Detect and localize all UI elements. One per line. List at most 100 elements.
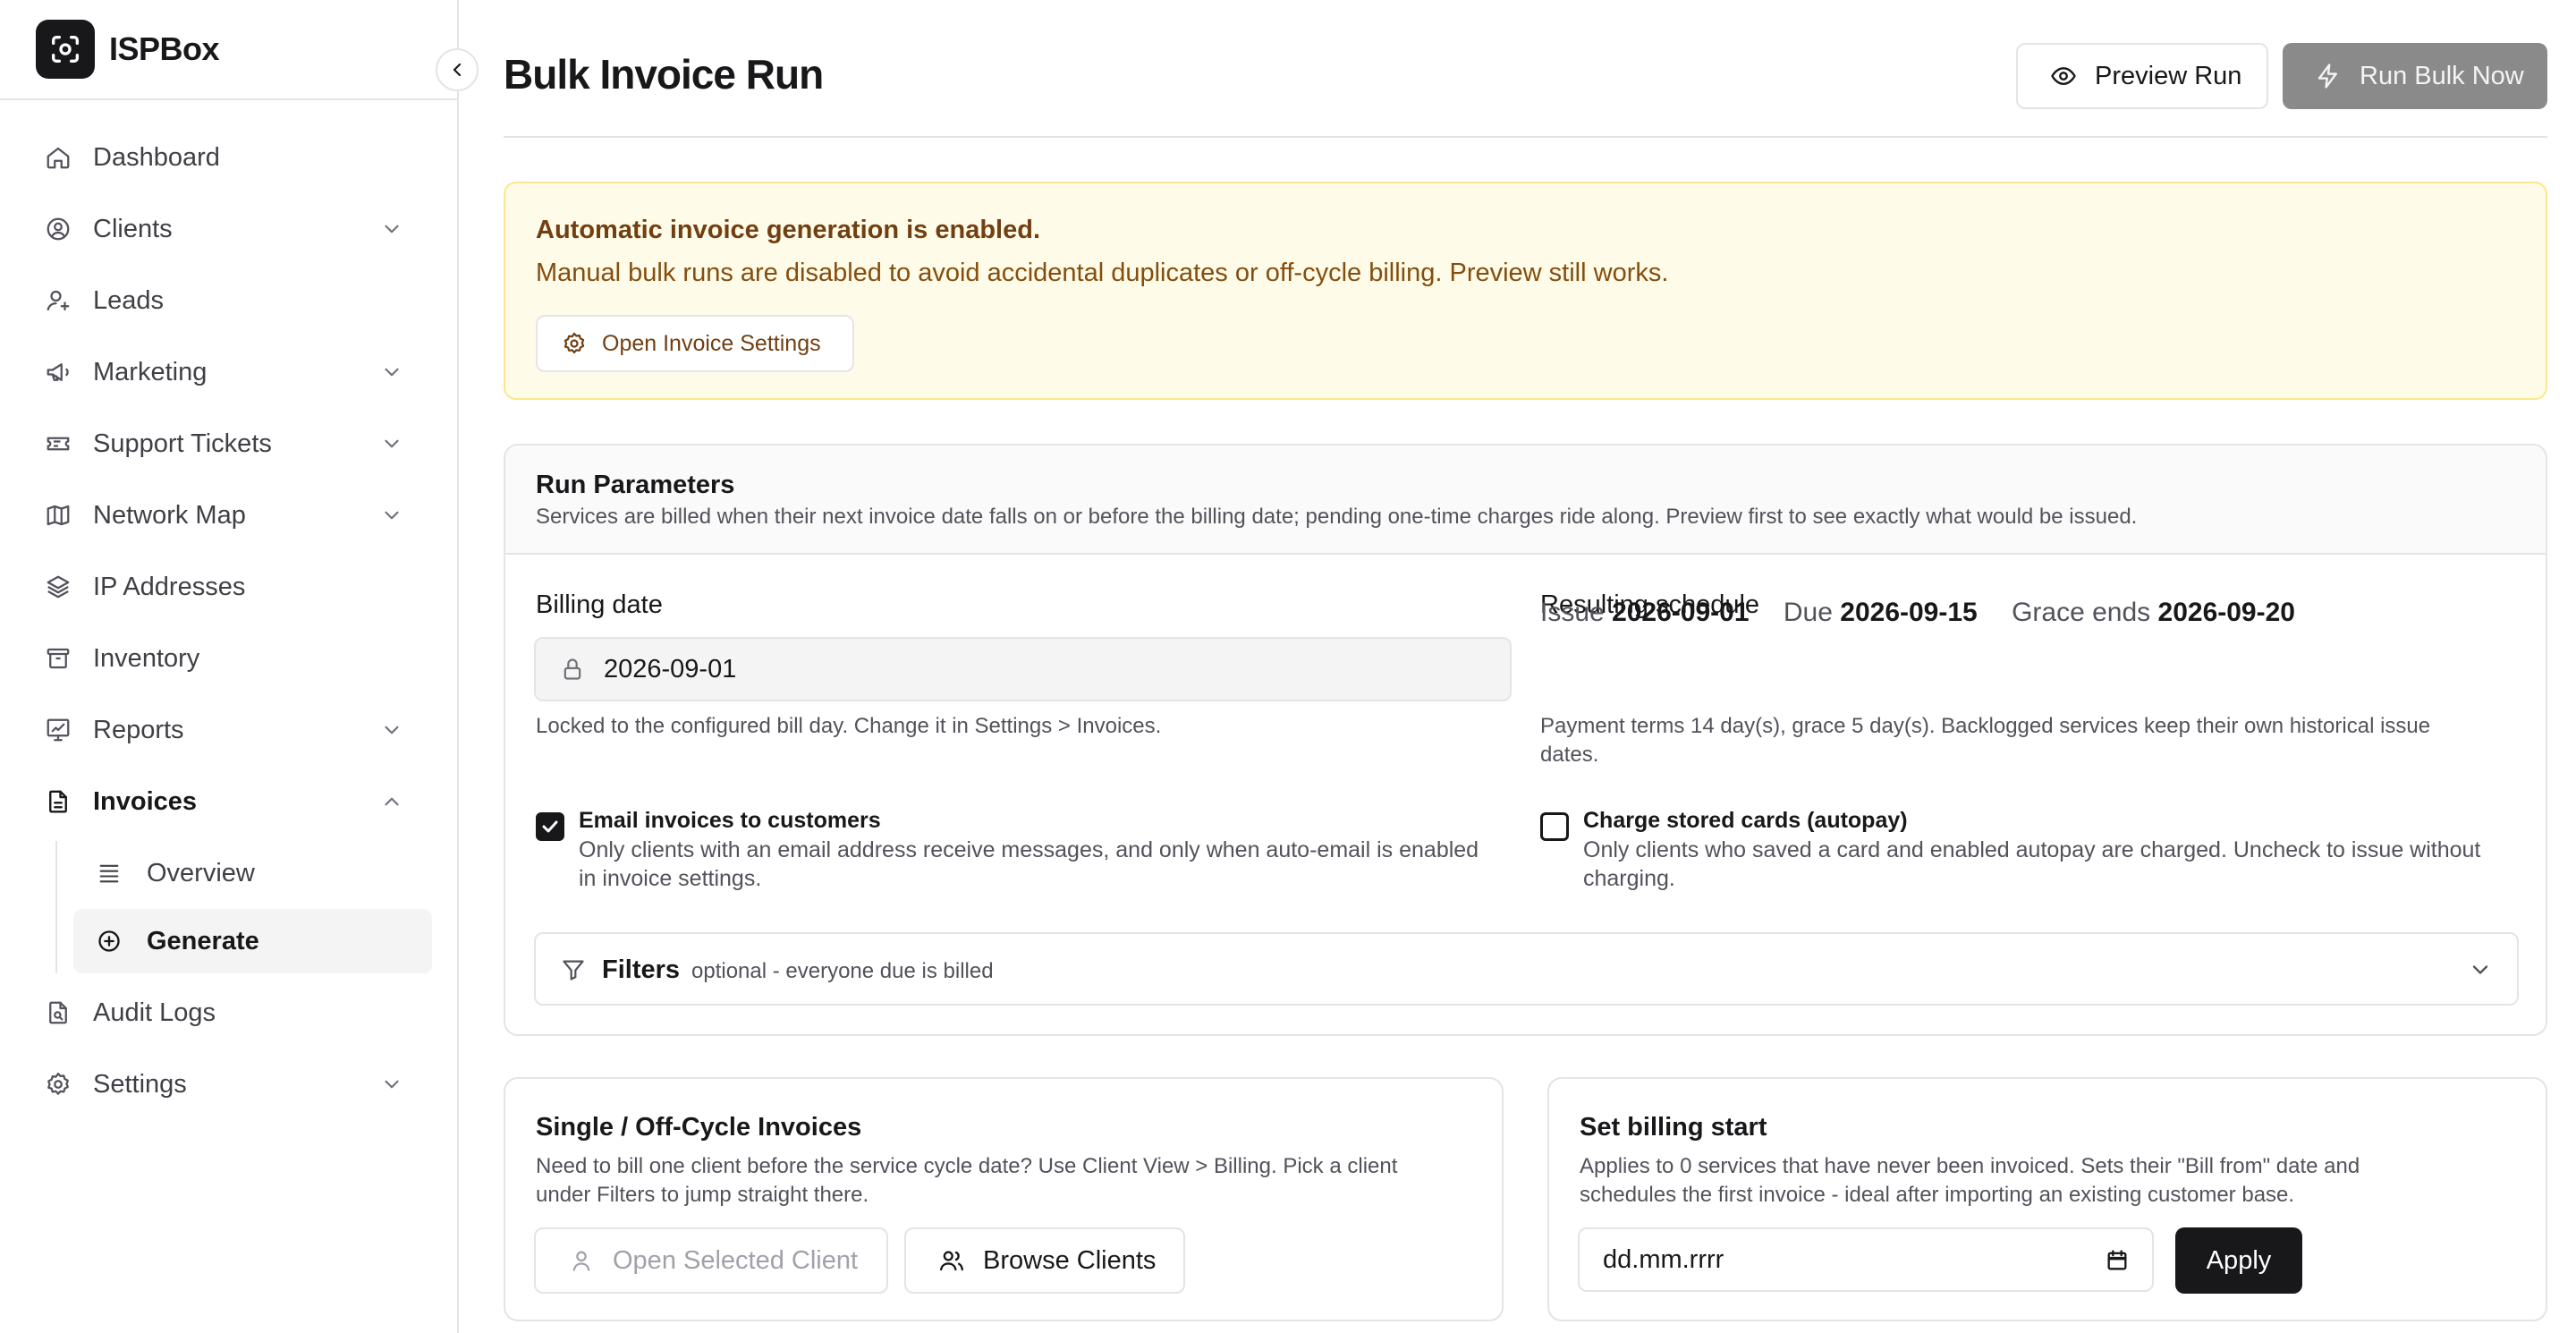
open-invoice-settings-label: Open Invoice Settings	[602, 330, 821, 356]
chevron-down-icon	[378, 717, 405, 743]
sidebar-item-audit-logs[interactable]: Audit Logs	[25, 981, 432, 1045]
filters-accordion[interactable]: Filters optional - everyone due is bille…	[534, 932, 2519, 1006]
apply-button[interactable]: Apply	[2175, 1227, 2302, 1294]
preview-run-label: Preview Run	[2095, 61, 2242, 90]
schedule-help-line: Payment terms 14 day(s), grace 5 day(s).…	[1540, 714, 2431, 738]
run-bulk-now-button[interactable]: Run Bulk Now	[2283, 43, 2547, 109]
check-icon	[542, 820, 558, 833]
single-invoices-card: Single / Off-Cycle Invoices Need to bill…	[504, 1077, 1504, 1321]
brand-name: ISPBox	[109, 30, 220, 67]
sidebar-item-invoices[interactable]: Invoices	[25, 769, 432, 834]
sidebar-item-network-map[interactable]: Network Map	[25, 483, 432, 548]
single-invoices-text: Need to bill one client before the servi…	[536, 1152, 1397, 1210]
map-icon	[43, 500, 73, 531]
brand[interactable]: ISPBox	[0, 0, 457, 100]
sidebar-item-label: Invoices	[93, 786, 198, 816]
run-bulk-now-label: Run Bulk Now	[2360, 61, 2524, 90]
sidebar: ISPBox Dashboard Clients Leads Marketing…	[0, 0, 479, 1333]
email-invoices-title: Email invoices to customers	[579, 808, 881, 833]
run-parameters-card: Run Parameters Services are billed when …	[504, 444, 2547, 1036]
sidebar-item-reports[interactable]: Reports	[25, 698, 432, 762]
eye-icon	[2048, 61, 2079, 91]
sidebar-nav: Dashboard Clients Leads Marketing Suppor…	[0, 125, 457, 1124]
sidebar-item-marketing[interactable]: Marketing	[25, 340, 432, 404]
invoices-subnav: Overview Generate	[0, 841, 457, 973]
archive-icon	[43, 643, 73, 674]
sidebar-item-label: Network Map	[93, 500, 246, 530]
alert-title: Automatic invoice generation is enabled.	[536, 216, 1041, 244]
billing-date-help: Locked to the configured bill day. Chang…	[536, 714, 1162, 738]
billing-start-card: Set billing start Applies to 0 services …	[1547, 1077, 2547, 1321]
list-icon	[95, 859, 123, 887]
schedule-help: Payment terms 14 day(s), grace 5 day(s).…	[1540, 712, 2430, 769]
auto-generation-alert: Automatic invoice generation is enabled.…	[504, 182, 2547, 400]
lightning-icon	[2313, 61, 2343, 91]
megaphone-icon	[43, 357, 73, 387]
brand-logo-icon	[36, 20, 95, 79]
issue-label: Issue	[1540, 598, 1605, 627]
open-selected-client-label: Open Selected Client	[613, 1245, 859, 1275]
open-selected-client-button[interactable]: Open Selected Client	[534, 1227, 888, 1294]
autopay-checkbox[interactable]	[1540, 812, 1569, 841]
user-circle-icon	[43, 214, 73, 244]
billing-start-date-input[interactable]: dd.mm.rrrr	[1578, 1227, 2154, 1292]
run-parameters-title: Run Parameters	[536, 471, 735, 499]
open-invoice-settings-button[interactable]: Open Invoice Settings	[536, 315, 854, 372]
sidebar-item-label: Generate	[147, 926, 259, 955]
chevron-down-icon	[378, 1071, 405, 1098]
gear-icon	[561, 330, 588, 357]
sidebar-item-inventory[interactable]: Inventory	[25, 626, 432, 691]
single-invoices-title: Single / Off-Cycle Invoices	[536, 1113, 862, 1142]
sidebar-item-label: Dashboard	[93, 142, 220, 172]
sidebar-item-label: Leads	[93, 285, 165, 315]
page-header: Bulk Invoice Run Preview Run Run Bulk No…	[504, 0, 2547, 138]
sidebar-item-label: Overview	[147, 858, 255, 887]
email-invoices-checkbox[interactable]	[536, 812, 564, 841]
sidebar-subitem-generate[interactable]: Generate	[73, 909, 432, 973]
billing-date-field[interactable]: 2026-09-01	[534, 637, 1512, 701]
filters-label: Filters	[602, 955, 681, 984]
alert-text: Manual bulk runs are disabled to avoid a…	[536, 259, 1669, 287]
sidebar-item-leads[interactable]: Leads	[25, 268, 432, 333]
billing-start-date-placeholder: dd.mm.rrrr	[1603, 1244, 1724, 1274]
sidebar-item-dashboard[interactable]: Dashboard	[25, 125, 432, 190]
preview-run-button[interactable]: Preview Run	[2016, 43, 2268, 109]
billing-start-text: Applies to 0 services that have never be…	[1580, 1152, 2360, 1210]
run-parameters-header: Run Parameters Services are billed when …	[505, 446, 2546, 555]
sidebar-item-clients[interactable]: Clients	[25, 197, 432, 261]
chevron-down-icon	[378, 430, 405, 457]
autopay-title: Charge stored cards (autopay)	[1583, 808, 1908, 833]
sidebar-item-settings[interactable]: Settings	[25, 1052, 432, 1116]
email-invoices-text-line: in invoice settings.	[579, 866, 762, 891]
plus-circle-icon	[95, 927, 123, 955]
main-content: Bulk Invoice Run Preview Run Run Bulk No…	[504, 0, 2547, 1321]
email-invoices-text-line: Only clients with an email address recei…	[579, 837, 1479, 862]
single-invoices-text-line: Need to bill one client before the servi…	[536, 1154, 1398, 1178]
sidebar-item-label: Audit Logs	[93, 998, 216, 1027]
billing-start-title: Set billing start	[1580, 1113, 1767, 1142]
billing-date-label: Billing date	[536, 590, 663, 619]
file-search-icon	[43, 998, 73, 1028]
filter-icon	[559, 955, 588, 984]
grace-label: Grace ends	[2012, 598, 2151, 627]
lock-icon	[559, 656, 586, 683]
chevron-down-icon	[378, 502, 405, 529]
sidebar-item-label: Reports	[93, 715, 184, 744]
schedule-help-line: dates.	[1540, 743, 1599, 767]
autopay-text: Only clients who saved a card and enable…	[1583, 836, 2480, 893]
chevron-left-icon	[453, 63, 462, 77]
billing-start-text-line: Applies to 0 services that have never be…	[1580, 1154, 2360, 1178]
resulting-schedule: Issue 2026-09-01 Due 2026-09-15 Grace en…	[1540, 598, 2322, 628]
email-invoices-text: Only clients with an email address recei…	[579, 836, 1479, 893]
layers-icon	[43, 572, 73, 602]
sidebar-item-label: Support Tickets	[93, 429, 272, 458]
single-invoices-text-line: under Filters to jump straight there.	[536, 1183, 869, 1207]
billing-start-text-line: schedules the first invoice - ideal afte…	[1580, 1183, 2295, 1207]
sidebar-subitem-overview[interactable]: Overview	[73, 841, 432, 905]
issue-date: 2026-09-01	[1612, 598, 1750, 627]
sidebar-item-ip-addresses[interactable]: IP Addresses	[25, 555, 432, 619]
sidebar-item-label: IP Addresses	[93, 572, 246, 601]
sidebar-item-support-tickets[interactable]: Support Tickets	[25, 412, 432, 476]
collapse-sidebar-button[interactable]	[436, 48, 479, 91]
browse-clients-button[interactable]: Browse Clients	[904, 1227, 1185, 1294]
